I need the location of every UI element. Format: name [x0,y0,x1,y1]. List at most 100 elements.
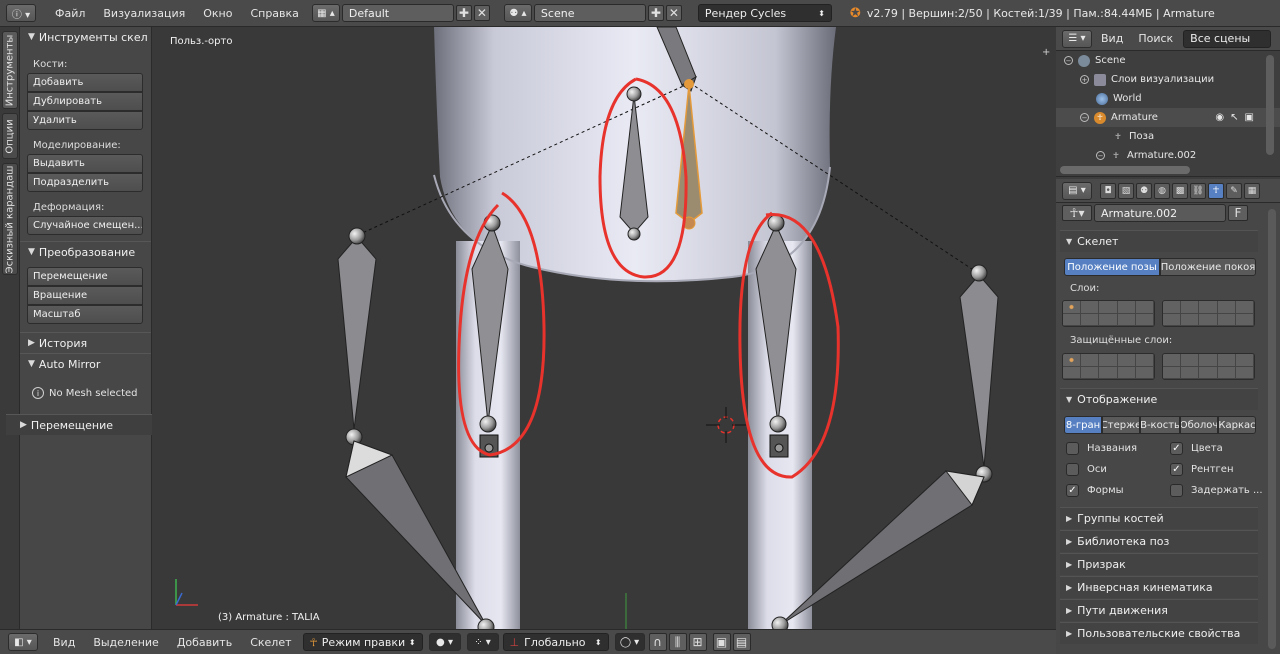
screen-layout-button[interactable]: ▦ ▴ [311,4,340,22]
outliner-filter-dropdown[interactable]: Все сцены [1183,29,1272,48]
protected-layers[interactable] [1062,353,1280,380]
outliner-vertical-scrollbar[interactable] [1266,55,1274,155]
delay-refresh-checkbox[interactable]: Задержать ... [1170,480,1266,501]
display-bbone[interactable]: В-кость [1140,416,1180,434]
menu-help[interactable]: Справка [241,7,307,20]
panel-last-operator[interactable]: ▶ Перемещение [6,414,152,435]
object-tab-icon[interactable]: ▩ [1172,182,1188,199]
outliner-item-pose[interactable]: ☥ Поза [1056,127,1280,146]
outliner-item-render-layers[interactable]: + Слои визуализации [1056,70,1280,89]
bone-layers[interactable] [1062,300,1280,327]
render-tab-icon[interactable]: ◘ [1100,182,1116,199]
outliner-editor-type-button[interactable]: ☰ ▾ [1062,29,1092,48]
remove-scene-button[interactable]: ✕ [665,5,682,21]
menu-add[interactable]: Добавить [168,636,241,649]
armature-data-tab-icon[interactable]: ☥ [1208,182,1224,199]
layout-name-field[interactable]: Default [341,4,454,22]
menu-window[interactable]: Окно [194,7,241,20]
outliner-item-scene[interactable]: − Scene [1056,51,1280,70]
armature-browse-icon[interactable]: ☥▾ [1062,205,1092,221]
editor-type-button[interactable]: ⓘ ▾ [6,4,36,22]
bone-tab-icon[interactable]: ✎ [1226,182,1242,199]
3d-viewport[interactable]: + Польз.-орто (3) Armature : TALIA [152,27,1056,629]
menu-select[interactable]: Выделение [84,636,168,649]
collapse-icon[interactable]: − [1096,151,1105,160]
opengl-render-icon[interactable]: ▣ [712,633,731,651]
names-checkbox[interactable]: Названия [1066,438,1170,459]
display-wire[interactable]: Каркас [1218,416,1256,434]
duplicate-bone-button[interactable]: Дублировать [27,92,143,111]
outliner-menu-search[interactable]: Поиск [1132,32,1179,45]
scene-selector-button[interactable]: ⚉ ▴ [503,4,532,22]
section-pose-library[interactable]: ▶ Библиотека поз [1060,530,1258,552]
add-bone-button[interactable]: Добавить [27,73,143,92]
panel-armature-tools[interactable]: ▼ Инструменты скел [20,27,151,47]
remove-layout-button[interactable]: ✕ [473,5,490,21]
scene-name-field[interactable]: Scene [533,4,646,22]
viewport-editor-type-button[interactable]: ◧ ▾ [8,633,38,651]
menu-render[interactable]: Визуализация [94,7,194,20]
colors-checkbox[interactable]: ✓ Цвета [1170,438,1266,459]
scene-tab-icon[interactable]: ⚉ [1136,182,1152,199]
display-stick[interactable]: Стерже [1102,416,1140,434]
tab-tools[interactable]: Инструменты [2,31,18,109]
section-display[interactable]: ▼ Отображение [1060,388,1258,410]
section-bone-groups[interactable]: ▶ Группы костей [1060,507,1258,529]
add-scene-button[interactable]: ✚ [647,5,664,21]
fake-user-button[interactable]: F [1228,205,1248,221]
outliner-item-world[interactable]: World [1056,89,1280,108]
section-inverse-kinematics[interactable]: ▶ Инверсная кинематика [1060,576,1258,598]
xray-checkbox[interactable]: ✓ Рентген [1170,459,1266,480]
section-motion-paths[interactable]: ▶ Пути движения [1060,599,1258,621]
tab-options[interactable]: Опции [2,113,18,159]
outliner-item-armature-data[interactable]: − ☥ Armature.002 [1056,146,1280,165]
section-ghost[interactable]: ▶ Призрак [1060,553,1258,575]
rotate-button[interactable]: Вращение [27,286,143,305]
collapse-icon[interactable]: − [1064,56,1073,65]
datablock-name-field[interactable]: Armature.002 [1094,204,1226,222]
outliner-horizontal-scrollbar[interactable] [1060,166,1190,174]
panel-auto-mirror[interactable]: ▼ Auto Mirror [20,353,151,374]
menu-view[interactable]: Вид [44,636,84,649]
opengl-animation-icon[interactable]: ▤ [732,633,751,651]
menu-armature[interactable]: Скелет [241,636,300,649]
translate-button[interactable]: Перемещение [27,267,143,286]
properties-editor-type-button[interactable]: ▤ ▾ [1062,181,1092,200]
menu-file[interactable]: Файл [46,7,94,20]
pose-position-toggle[interactable]: Положение позы [1064,258,1160,276]
constraints-tab-icon[interactable]: ⛓ [1190,182,1206,199]
snap-target-icon[interactable]: ⊞ [688,633,707,651]
snap-magnet-icon[interactable]: ∩ [648,633,667,651]
collapse-icon[interactable]: − [1080,113,1089,122]
expand-icon[interactable]: + [1080,75,1089,84]
material-tab-icon[interactable]: ▦ [1244,182,1260,199]
tab-grease-pencil[interactable]: Эскизный карандаш [2,163,18,275]
3d-cursor[interactable] [706,407,746,443]
snap-element-icon[interactable]: ⫼ [668,633,687,651]
rest-position-toggle[interactable]: Положение покоя [1160,258,1256,276]
section-skeleton[interactable]: ▼ Скелет [1060,230,1258,252]
world-tab-icon[interactable]: ◍ [1154,182,1170,199]
randomize-button[interactable]: Случайное смещен... [27,216,143,235]
panel-history[interactable]: ▶ История [20,332,151,353]
shading-dropdown[interactable]: ● ▾ [428,633,461,651]
subdivide-button[interactable]: Подразделить [27,173,143,192]
orientation-dropdown[interactable]: ⊥ Глобально ⬍ [502,633,609,651]
outliner-item-armature[interactable]: − ☥ Armature ◉ ↖ ▣ [1056,108,1280,127]
scale-button[interactable]: Масштаб [27,305,143,324]
shapes-checkbox[interactable]: ✓ Формы [1066,480,1170,501]
add-layout-button[interactable]: ✚ [455,5,472,21]
section-custom-properties[interactable]: ▶ Пользовательские свойства [1060,622,1258,644]
properties-scrollbar[interactable] [1268,209,1276,649]
render-icon[interactable]: ▣ [1245,112,1254,123]
pivot-dropdown[interactable]: ⁘ ▾ [466,633,499,651]
render-layers-tab-icon[interactable]: ▧ [1118,182,1134,199]
panel-transform[interactable]: ▼ Преобразование [20,241,151,262]
mode-dropdown[interactable]: ☥ Режим правки ⬍ [302,633,423,651]
outliner-menu-view[interactable]: Вид [1092,32,1132,45]
display-envelope[interactable]: Оболоч [1180,416,1218,434]
eye-icon[interactable]: ◉ [1215,112,1224,123]
display-octahedral[interactable]: 8-гран [1064,416,1102,434]
proportional-edit-dropdown[interactable]: ◯ ▾ [614,633,645,651]
delete-bone-button[interactable]: Удалить [27,111,143,130]
